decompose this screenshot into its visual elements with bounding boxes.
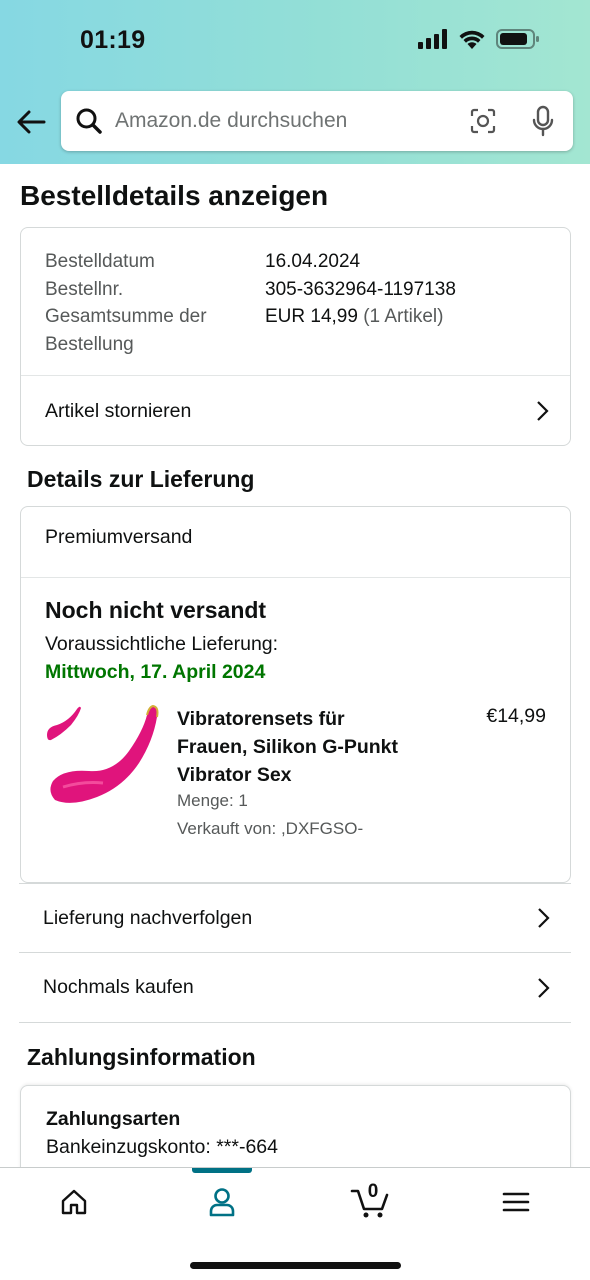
cancel-items-label: Artikel stornieren	[45, 399, 192, 422]
order-date-label: Bestelldatum	[45, 251, 155, 272]
product-title[interactable]: Vibratorensets für Frauen, Silikon G-Pun…	[177, 705, 437, 789]
nav-account[interactable]	[192, 1184, 252, 1220]
delivery-card: Premiumversand Noch nicht versandt Vorau…	[20, 506, 571, 883]
header: 01:19 Amazon.de durchsuchen	[0, 0, 590, 164]
order-total-label: Gesamtsumme der Bestellung	[45, 303, 265, 358]
track-package-label: Lieferung nachverfolgen	[43, 906, 253, 929]
microphone-icon[interactable]	[529, 105, 557, 137]
order-number-row: Bestellnr. 305-3632964-1197138	[45, 276, 545, 304]
shipment-status: Noch nicht versandt	[45, 597, 267, 623]
delivery-section-title: Details zur Lieferung	[27, 466, 255, 492]
order-total-label-line1: Gesamtsumme der	[45, 306, 207, 327]
active-tab-indicator	[192, 1168, 252, 1173]
order-number-value: 305-3632964-1197138	[265, 278, 456, 300]
product-image[interactable]	[43, 703, 161, 813]
cancel-items-row[interactable]: Artikel stornieren	[21, 376, 570, 446]
status-time: 01:19	[80, 26, 146, 54]
order-date-row: Bestelldatum 16.04.2024	[45, 248, 545, 276]
order-total-item-count: (1 Artikel)	[363, 306, 444, 327]
battery-icon	[496, 29, 539, 49]
shipping-method: Premiumversand	[45, 526, 193, 548]
signal-icon	[418, 29, 447, 49]
product-title-line3: Vibrator Sex	[177, 764, 292, 786]
eta-label: Voraussichtliche Lieferung:	[45, 633, 279, 655]
product-title-line1: Vibratorensets für	[177, 708, 345, 730]
page-title: Bestelldetails anzeigen	[20, 180, 329, 211]
divider	[21, 577, 570, 578]
order-date-value: 16.04.2024	[265, 251, 361, 272]
chevron-right-icon	[538, 908, 550, 928]
eta-date: Mittwoch, 17. April 2024	[45, 661, 266, 683]
order-total-value: EUR 14,99 (1 Artikel)	[265, 303, 443, 358]
order-total-amount: EUR 14,99	[265, 306, 358, 327]
status-icons	[418, 28, 540, 50]
chevron-right-icon	[538, 977, 550, 998]
product-price: €14,99	[486, 705, 546, 727]
order-number-label: Bestellnr.	[45, 278, 124, 300]
home-icon	[61, 1189, 87, 1215]
product-seller: Verkauft von: ,DXFGSO-	[177, 819, 364, 838]
menu-icon	[502, 1192, 530, 1212]
chevron-right-icon	[537, 401, 549, 421]
wifi-icon	[459, 30, 485, 49]
cart-count-badge: 0	[367, 1181, 379, 1202]
back-arrow-icon	[17, 110, 46, 134]
nav-menu[interactable]	[486, 1184, 546, 1220]
buy-again-row[interactable]: Nochmals kaufen	[19, 953, 571, 1023]
payment-method-heading: Zahlungsarten	[46, 1108, 181, 1130]
camera-lens-icon[interactable]	[469, 107, 497, 135]
search-input[interactable]: Amazon.de durchsuchen	[115, 109, 469, 133]
product-quantity: Menge: 1	[177, 791, 248, 810]
product-title-line2: Frauen, Silikon G-Punkt	[177, 736, 399, 758]
search-icon	[76, 108, 102, 134]
track-package-row[interactable]: Lieferung nachverfolgen	[19, 883, 571, 953]
search-bar[interactable]: Amazon.de durchsuchen	[61, 91, 573, 151]
nav-home[interactable]	[44, 1184, 104, 1220]
buy-again-label: Nochmals kaufen	[43, 976, 194, 998]
order-summary-grid: Bestelldatum 16.04.2024 Bestellnr. 305-3…	[45, 248, 545, 358]
payment-section-title: Zahlungsinformation	[27, 1044, 256, 1070]
account-icon	[209, 1188, 235, 1217]
back-button[interactable]	[14, 104, 48, 140]
payment-method-detail: Bankeinzugskonto: ***-664	[46, 1136, 278, 1158]
order-total-label-line2: Bestellung	[45, 333, 134, 355]
order-total-row: Gesamtsumme der Bestellung EUR 14,99 (1 …	[45, 303, 545, 358]
home-indicator	[190, 1262, 401, 1269]
order-summary-card: Bestelldatum 16.04.2024 Bestellnr. 305-3…	[20, 227, 571, 446]
